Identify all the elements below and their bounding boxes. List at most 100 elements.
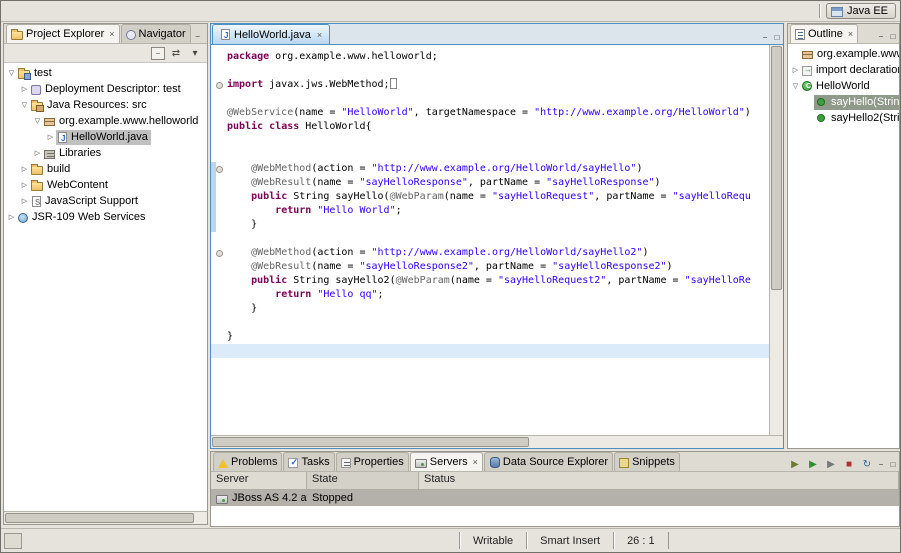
publish-server-icon[interactable]: ↻ — [859, 457, 875, 471]
horizontal-scrollbar[interactable] — [4, 511, 207, 524]
code-token: ; — [378, 289, 384, 300]
collapse-arrow-icon[interactable]: ▽ — [6, 69, 17, 77]
expand-arrow-icon[interactable]: ▷ — [6, 213, 17, 221]
collapse-all-icon[interactable]: − — [151, 47, 165, 60]
close-icon[interactable]: × — [109, 29, 114, 39]
perspective-java-ee-button[interactable]: Java EE — [826, 3, 896, 19]
profile-server-icon[interactable]: ▶ — [823, 457, 839, 471]
code-line-13[interactable]: } — [211, 218, 770, 232]
link-with-editor-icon[interactable]: ⇄ — [168, 46, 184, 60]
expand-arrow-icon[interactable]: ▷ — [19, 181, 30, 189]
tree-item-helloworld-java[interactable]: ▷HelloWorld.java — [4, 129, 207, 145]
scrollbar-thumb[interactable] — [771, 46, 782, 290]
expand-arrow-icon[interactable]: ▷ — [19, 197, 30, 205]
expand-arrow-icon[interactable]: ▷ — [19, 165, 30, 173]
collapse-arrow-icon[interactable]: ▽ — [32, 117, 43, 125]
code-line-3[interactable]: import javax.jws.WebMethod; — [211, 78, 770, 92]
tree-item-libraries[interactable]: ▷Libraries — [4, 145, 207, 161]
code-line-16[interactable]: @WebResult(name = "sayHelloResponse2", p… — [211, 260, 770, 274]
code-line-5[interactable]: @WebService(name = "HelloWorld", targetN… — [211, 106, 770, 120]
expand-arrow-icon[interactable]: ▷ — [790, 66, 801, 74]
tab-data-source-explorer[interactable]: Data Source Explorer — [484, 452, 613, 471]
collapse-arrow-icon[interactable]: ▽ — [790, 82, 801, 90]
tree-item-webcontent[interactable]: ▷WebContent — [4, 177, 207, 193]
column-header-status[interactable]: Status — [419, 472, 899, 489]
tree-item-jsr-109-web-services[interactable]: ▷JSR-109 Web Services — [4, 209, 207, 225]
collapse-arrow-icon[interactable]: ▽ — [19, 101, 30, 109]
minimize-icon[interactable]: − — [192, 30, 204, 43]
code-line-20[interactable] — [211, 316, 770, 330]
code-editor[interactable]: package org.example.www.helloworld; impor… — [211, 45, 783, 435]
expand-arrow-icon[interactable]: ▷ — [19, 85, 30, 93]
minimize-icon[interactable]: − — [759, 31, 771, 44]
minimize-icon[interactable]: − — [875, 458, 887, 471]
tab-helloworld-java[interactable]: HelloWorld.java × — [212, 24, 330, 44]
outline-item-import-declarations[interactable]: ▷import declarations — [788, 62, 899, 78]
maximize-icon[interactable]: □ — [771, 31, 783, 44]
tab-tasks[interactable]: Tasks — [283, 452, 334, 471]
code-line-2[interactable] — [211, 64, 770, 78]
tree-item-test[interactable]: ▽test — [4, 65, 207, 81]
tab-problems[interactable]: Problems — [213, 452, 282, 471]
code-line-18[interactable]: return "Hello qq"; — [211, 288, 770, 302]
tree-item-label: org.example.www.helloworld — [59, 115, 198, 127]
tree-item-org-example-www-helloworld[interactable]: ▽ org.example.www.helloworld — [4, 113, 207, 129]
column-header-server[interactable]: Server — [211, 472, 307, 489]
scrollbar-thumb[interactable] — [212, 437, 529, 447]
code-line-8[interactable] — [211, 148, 770, 162]
start-server-icon[interactable]: ▶ — [805, 457, 821, 471]
code-line-9[interactable]: @WebMethod(action = "http://www.example.… — [211, 162, 770, 176]
outline-item-sayhello2-string[interactable]: sayHello2(String) — [788, 110, 899, 126]
code-token: (action = — [311, 163, 371, 174]
tab-outline[interactable]: Outline × — [790, 24, 858, 43]
tree-item-build[interactable]: ▷build — [4, 161, 207, 177]
code-line-22[interactable] — [211, 344, 770, 358]
code-line-4[interactable] — [211, 92, 770, 106]
maximize-icon[interactable]: □ — [887, 458, 899, 471]
tree-item-deployment-descriptor-test[interactable]: ▷ Deployment Descriptor: test — [4, 81, 207, 97]
close-icon[interactable]: × — [848, 29, 853, 39]
code-line-14[interactable] — [211, 232, 770, 246]
code-line-17[interactable]: public String sayHello2(@WebParam(name =… — [211, 274, 770, 288]
debug-server-icon[interactable]: ▶ — [787, 457, 803, 471]
tab-servers[interactable]: Servers× — [410, 452, 483, 471]
server-row-jboss-as-4-2-at-lc[interactable]: JBoss AS 4.2 at lcStopped — [211, 490, 899, 506]
maximize-icon[interactable]: □ — [204, 30, 207, 43]
code-line-12[interactable]: return "Hello World"; — [211, 204, 770, 218]
tab-snippets[interactable]: Snippets — [614, 452, 680, 471]
code-line-1[interactable]: package org.example.www.helloworld; — [211, 50, 770, 64]
outline-tab-row: Outline × − □ — [788, 24, 899, 44]
outline-item-sayhello-string[interactable]: sayHello(String) — [788, 94, 899, 110]
outline-panel: Outline × − □ org.example.www▷import dec… — [787, 23, 900, 449]
close-icon[interactable]: × — [473, 457, 478, 467]
code-line-6[interactable]: public class HelloWorld{ — [211, 120, 770, 134]
code-line-7[interactable] — [211, 134, 770, 148]
column-header-state[interactable]: State — [307, 472, 419, 489]
code-line-15[interactable]: @WebMethod(action = "http://www.example.… — [211, 246, 770, 260]
expand-arrow-icon[interactable]: ▷ — [32, 149, 43, 157]
trim-button[interactable] — [4, 533, 22, 549]
expand-arrow-icon[interactable]: ▷ — [45, 133, 56, 141]
outline-item-helloworld[interactable]: ▽HelloWorld — [788, 78, 899, 94]
minimize-icon[interactable]: − — [875, 30, 887, 43]
tree-item-label: Deployment Descriptor: test — [45, 83, 181, 95]
maximize-icon[interactable]: □ — [887, 30, 899, 43]
tab-project-explorer[interactable]: Project Explorer × — [6, 24, 120, 43]
tree-item-java-resources-src[interactable]: ▽Java Resources: src — [4, 97, 207, 113]
code-token — [227, 289, 275, 300]
code-token: , partName = — [468, 177, 546, 188]
stop-server-icon[interactable]: ■ — [841, 457, 857, 471]
horizontal-scrollbar[interactable] — [211, 435, 783, 448]
vertical-scrollbar[interactable] — [769, 45, 783, 435]
scrollbar-thumb[interactable] — [5, 513, 194, 523]
view-menu-icon[interactable]: ▾ — [187, 46, 203, 60]
code-line-21[interactable]: } — [211, 330, 770, 344]
tab-navigator[interactable]: Navigator — [121, 24, 191, 43]
code-line-19[interactable]: } — [211, 302, 770, 316]
code-line-10[interactable]: @WebResult(name = "sayHelloResponse", pa… — [211, 176, 770, 190]
tab-properties[interactable]: Properties — [336, 452, 409, 471]
outline-item-org-example-www[interactable]: org.example.www — [788, 46, 899, 62]
tree-item-javascript-support[interactable]: ▷JavaScript Support — [4, 193, 207, 209]
close-icon[interactable]: × — [317, 30, 322, 40]
code-line-11[interactable]: public String sayHello(@WebParam(name = … — [211, 190, 770, 204]
